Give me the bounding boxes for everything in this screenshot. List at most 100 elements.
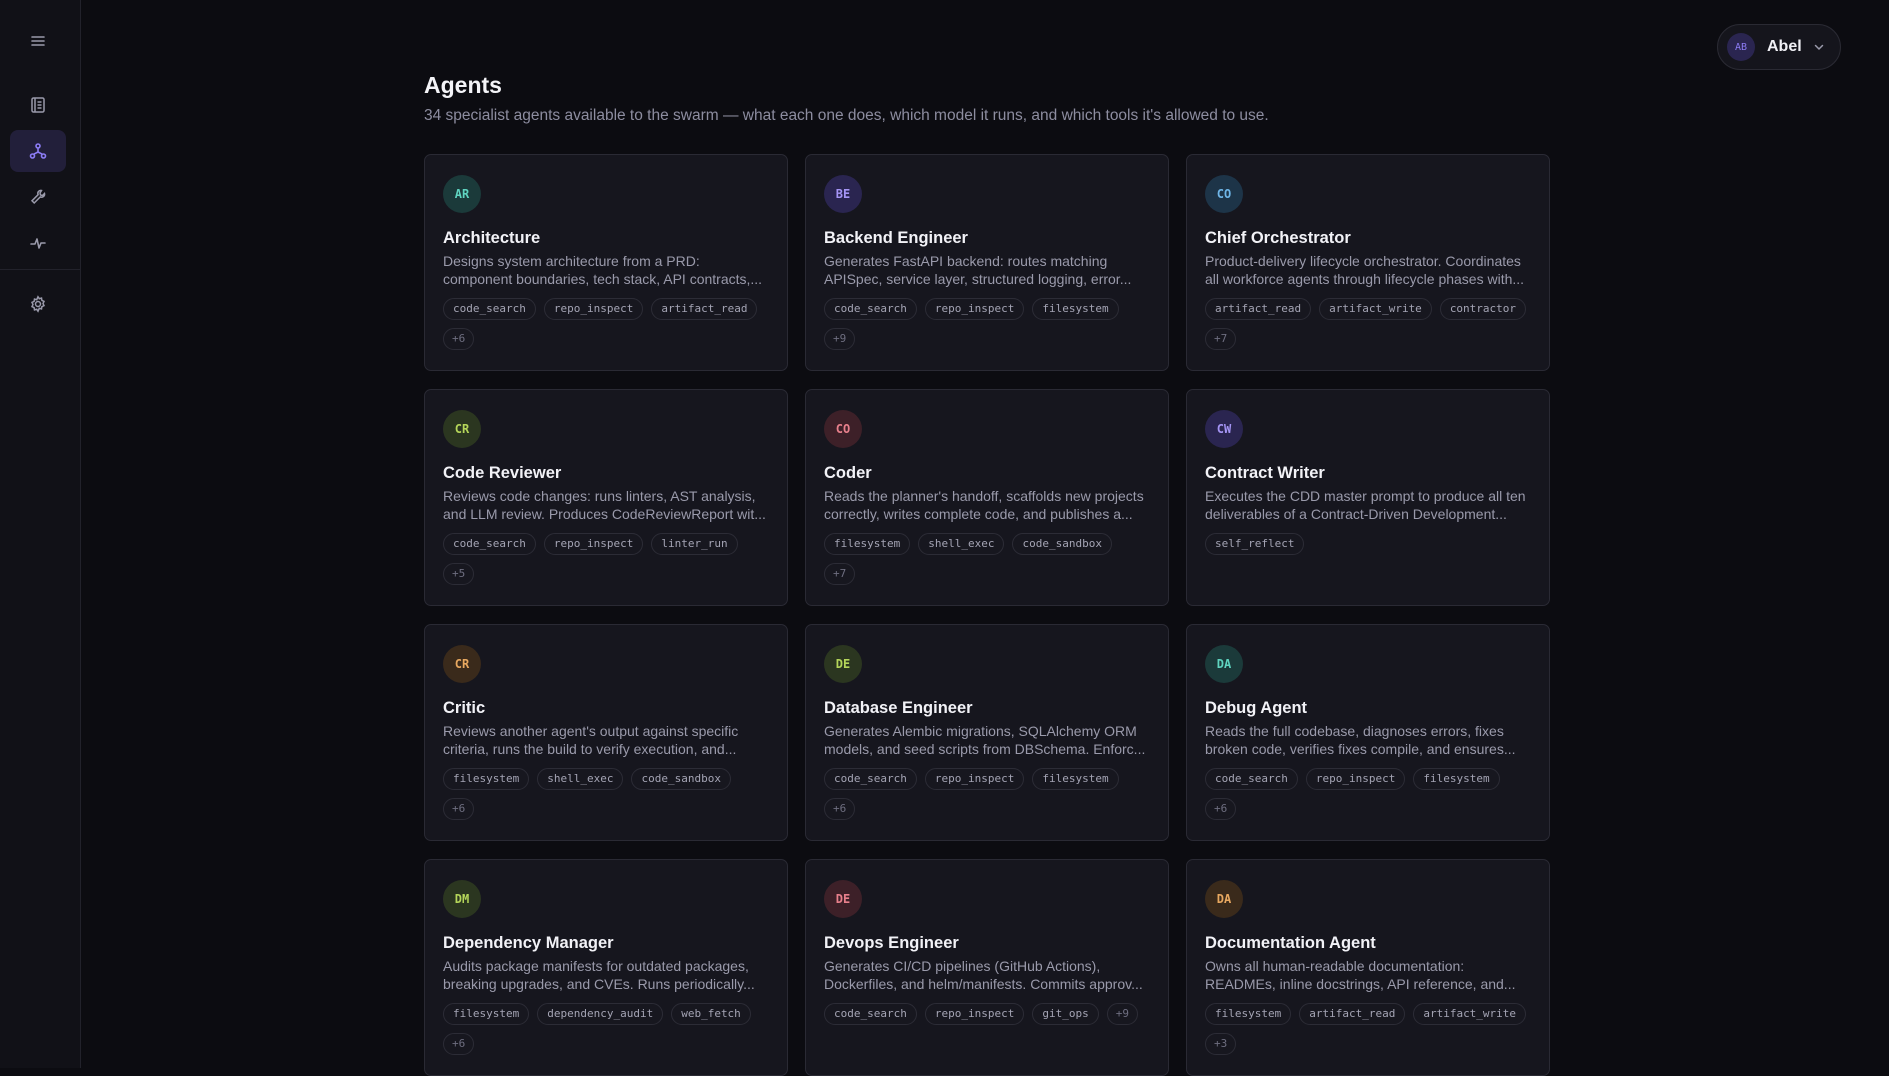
agent-description: Owns all human-readable documentation: R… <box>1205 958 1516 992</box>
tool-tag: dependency_audit <box>537 1003 664 1025</box>
tool-tag: code_sandbox <box>631 768 731 790</box>
tool-tag: filesystem <box>824 533 911 555</box>
agent-card[interactable]: CR Code Reviewer Reviews code changes: r… <box>424 389 788 606</box>
agent-name: Backend Engineer <box>824 229 968 247</box>
more-tools-badge[interactable]: +6 <box>1205 798 1237 820</box>
agent-tools: filesystem shell_exec code_sandbox +6 <box>443 768 769 820</box>
agent-description: Executes the CDD master prompt to produc… <box>1205 488 1526 522</box>
more-tools-badge[interactable]: +9 <box>1106 1003 1138 1025</box>
sidebar-item-settings[interactable] <box>10 283 66 325</box>
agent-name: Database Engineer <box>824 699 973 717</box>
user-name: Abel <box>1767 38 1802 55</box>
more-tools-badge[interactable]: +7 <box>824 563 856 585</box>
tool-tag: code_search <box>824 298 917 320</box>
sidebar-item-agents[interactable] <box>10 130 66 172</box>
tool-tag: code_search <box>824 1003 917 1025</box>
agent-description: Reads the planner's handoff, scaffolds n… <box>824 488 1144 522</box>
agent-avatar: CR <box>443 410 481 448</box>
settings-icon <box>31 295 45 313</box>
agent-card[interactable]: AR Architecture Designs system architect… <box>424 154 788 371</box>
tool-tag: filesystem <box>443 1003 530 1025</box>
sidebar-item-docs[interactable] <box>10 84 66 126</box>
sidebar-item-tools[interactable] <box>10 176 66 218</box>
tool-tag: filesystem <box>1413 768 1500 790</box>
tool-tag: artifact_read <box>1205 298 1312 320</box>
agent-avatar: CO <box>1205 175 1243 213</box>
more-tools-badge[interactable]: +6 <box>443 1033 475 1055</box>
tool-tag: artifact_write <box>1319 298 1432 320</box>
agent-name: Devops Engineer <box>824 934 959 952</box>
agent-description: Reviews another agent's output against s… <box>443 723 739 757</box>
agent-description: Designs system architecture from a PRD: … <box>443 253 763 287</box>
agent-name: Documentation Agent <box>1205 934 1376 952</box>
more-tools-badge[interactable]: +3 <box>1205 1033 1237 1055</box>
more-tools-badge[interactable]: +6 <box>443 798 475 820</box>
agent-card[interactable]: DM Dependency Manager Audits package man… <box>424 859 788 1076</box>
activity-icon <box>30 238 46 249</box>
tool-tag: artifact_write <box>1413 1003 1527 1025</box>
tool-tag: self_reflect <box>1205 533 1305 555</box>
agent-card[interactable]: BE Backend Engineer Generates FastAPI ba… <box>805 154 1169 371</box>
agent-name: Critic <box>443 699 486 717</box>
user-avatar: AB <box>1727 33 1755 61</box>
agent-tools: filesystem shell_exec code_sandbox +7 <box>824 533 1150 585</box>
tool-tag: repo_inspect <box>924 1003 1025 1025</box>
tool-tag: contractor <box>1439 298 1527 320</box>
agent-name: Code Reviewer <box>443 464 562 482</box>
tool-tag: filesystem <box>1205 1003 1292 1025</box>
agent-description: Generates CI/CD pipelines (GitHub Action… <box>824 958 1143 992</box>
agent-tools: code_search repo_inspect git_ops +9 <box>824 1003 1150 1025</box>
docs-icon <box>31 97 45 113</box>
agent-name: Debug Agent <box>1205 699 1308 717</box>
agent-name: Architecture <box>443 229 541 247</box>
agent-avatar: AR <box>443 175 481 213</box>
agent-description: Reads the full codebase, diagnoses error… <box>1205 723 1516 757</box>
agent-avatar: DM <box>443 880 481 918</box>
tool-tag: code_search <box>443 533 536 555</box>
agents-icon <box>29 143 47 159</box>
more-tools-badge[interactable]: +6 <box>443 328 475 350</box>
tool-tag: repo_inspect <box>1305 768 1406 790</box>
agent-card[interactable]: DA Debug Agent Reads the full codebase, … <box>1186 624 1550 841</box>
menu-button[interactable] <box>10 20 66 62</box>
tool-tag: shell_exec <box>918 533 1005 555</box>
agent-tools: code_search repo_inspect filesystem +6 <box>1205 768 1531 820</box>
agent-description: Generates FastAPI backend: routes matchi… <box>824 253 1132 287</box>
agent-card[interactable]: CR Critic Reviews another agent's output… <box>424 624 788 841</box>
agents-grid: AR Architecture Designs system architect… <box>424 154 1550 1076</box>
tool-tag: repo_inspect <box>924 298 1025 320</box>
agent-avatar: DA <box>1205 645 1243 683</box>
tool-tag: linter_run <box>651 533 738 555</box>
tool-tag: artifact_read <box>1299 1003 1406 1025</box>
tool-tag: code_search <box>443 298 536 320</box>
agent-tools: filesystem dependency_audit web_fetch +6 <box>443 1003 769 1055</box>
agent-card[interactable]: DA Documentation Agent Owns all human-re… <box>1186 859 1550 1076</box>
tool-tag: web_fetch <box>671 1003 751 1025</box>
tool-tag: filesystem <box>443 768 530 790</box>
sidebar-divider <box>0 269 81 270</box>
agent-card[interactable]: DE Devops Engineer Generates CI/CD pipel… <box>805 859 1169 1076</box>
agent-tools: self_reflect <box>1205 533 1531 555</box>
agent-tools: code_search repo_inspect artifact_read +6 <box>443 298 769 350</box>
user-menu-button[interactable]: AB Abel <box>1717 24 1841 70</box>
page-subtitle: 34 specialist agents available to the sw… <box>424 107 1269 124</box>
agent-card[interactable]: CO Coder Reads the planner's handoff, sc… <box>805 389 1169 606</box>
tool-tag: git_ops <box>1032 1003 1099 1025</box>
agent-tools: code_search repo_inspect filesystem +6 <box>824 768 1150 820</box>
more-tools-badge[interactable]: +9 <box>824 328 856 350</box>
chevron-down-icon <box>1814 44 1823 51</box>
more-tools-badge[interactable]: +5 <box>443 563 475 585</box>
agent-tools: filesystem artifact_read artifact_write +3 <box>1205 1003 1531 1055</box>
agent-card[interactable]: DE Database Engineer Generates Alembic m… <box>805 624 1169 841</box>
tool-tag: filesystem <box>1032 768 1119 790</box>
more-tools-badge[interactable]: +7 <box>1205 328 1237 350</box>
agent-description: Product-delivery lifecycle orchestrator.… <box>1205 253 1525 287</box>
tool-tag: shell_exec <box>537 768 624 790</box>
agent-card[interactable]: CW Contract Writer Executes the CDD mast… <box>1186 389 1550 606</box>
sidebar-item-activity[interactable] <box>10 222 66 264</box>
agent-description: Generates Alembic migrations, SQLAlchemy… <box>824 723 1146 757</box>
more-tools-badge[interactable]: +6 <box>824 798 856 820</box>
agent-card[interactable]: CO Chief Orchestrator Product-delivery l… <box>1186 154 1550 371</box>
agent-name: Chief Orchestrator <box>1205 229 1351 247</box>
agent-description: Reviews code changes: runs linters, AST … <box>443 488 766 522</box>
